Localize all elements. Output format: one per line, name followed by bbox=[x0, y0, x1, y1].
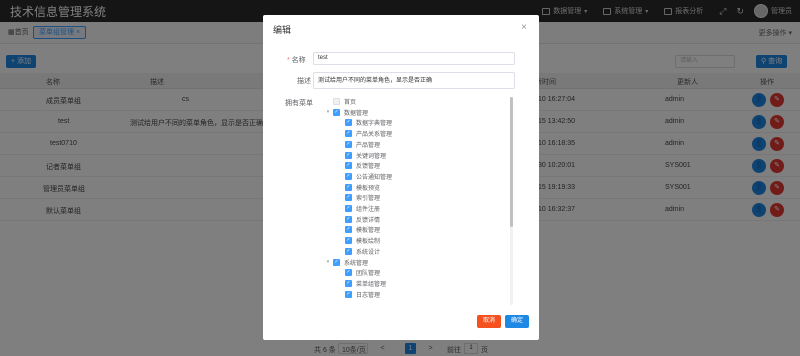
dialog-title: 编辑 bbox=[273, 25, 292, 35]
tree-node-label: 关键词管理 bbox=[356, 153, 387, 160]
tree-node-label: 索引管理 bbox=[356, 196, 381, 203]
tree-node-label: 团队管理 bbox=[356, 271, 381, 278]
tree-checkbox[interactable]: ✓ bbox=[345, 130, 352, 138]
close-icon[interactable]: × bbox=[521, 22, 527, 33]
tree-checkbox[interactable]: ✓ bbox=[345, 183, 352, 191]
tree-node[interactable]: ✓ 索引管理 bbox=[337, 192, 380, 203]
tree-node-label: 反馈详情 bbox=[356, 217, 381, 224]
tree-node[interactable]: ✓ 模板绘制 bbox=[337, 235, 380, 246]
tree-checkbox[interactable]: ✓ bbox=[345, 172, 352, 180]
name-label: * 名称 bbox=[287, 57, 306, 64]
tree-node[interactable]: ✓ 模板管理 bbox=[337, 224, 380, 235]
tree-node-label: 产品管理 bbox=[356, 142, 381, 149]
tree-node-label: 菜单组管理 bbox=[356, 281, 387, 288]
tree-node[interactable]: ✓ 组件注册 bbox=[337, 203, 380, 214]
tree-node[interactable]: ✓ 模板预览 bbox=[337, 182, 380, 193]
tree-node-label: 产品关系管理 bbox=[356, 132, 393, 139]
tree-node-label: 数据字典管理 bbox=[356, 121, 393, 128]
tree-node[interactable]: ✓ 反馈详情 bbox=[337, 214, 380, 225]
tree-node-label: 日志管理 bbox=[356, 292, 381, 299]
tree-node[interactable]: ✓ 产品关系管理 bbox=[337, 128, 392, 139]
tree-checkbox[interactable]: ✓ bbox=[345, 194, 352, 202]
tree-checkbox[interactable]: ✓ bbox=[345, 226, 352, 234]
tree-node[interactable]: ✓ 产品管理 bbox=[337, 139, 380, 150]
tree-checkbox[interactable]: ✓ bbox=[345, 269, 352, 277]
tree-checkbox[interactable]: ✓ bbox=[345, 140, 352, 148]
tree-node-label: 首页 bbox=[344, 100, 357, 106]
tree-node-label: 组件注册 bbox=[356, 207, 381, 213]
name-label-text: 名称 bbox=[291, 57, 306, 64]
tree-checkbox[interactable]: ✓ bbox=[345, 279, 352, 287]
tree-node[interactable]: ▾ ✓ 数据管理 bbox=[325, 107, 368, 118]
edit-dialog: 编辑 × * 名称 test 描述 测试给用户不同的菜单角色，显示是否正确 拥有… bbox=[263, 15, 539, 340]
tree-checkbox[interactable]: ✓ bbox=[333, 258, 340, 266]
tree-checkbox[interactable]: ✓ bbox=[345, 290, 352, 298]
description-field[interactable]: 测试给用户不同的菜单角色，显示是否正确 bbox=[313, 72, 515, 89]
tree-checkbox[interactable]: ✓ bbox=[345, 119, 352, 127]
menu-label: 拥有菜单 bbox=[285, 100, 313, 107]
tree-node-label: 数据管理 bbox=[344, 110, 369, 117]
tree-node-label: 模板管理 bbox=[356, 228, 381, 235]
name-field[interactable]: test bbox=[313, 52, 515, 65]
tree-node[interactable]: ✓ 公告通知管理 bbox=[337, 171, 392, 182]
confirm-button[interactable]: 确定 bbox=[505, 315, 529, 328]
tree-checkbox[interactable]: ✓ bbox=[345, 162, 352, 170]
tree-node[interactable]: 首页 bbox=[325, 96, 356, 107]
tree-checkbox[interactable]: ✓ bbox=[345, 247, 352, 255]
tree-checkbox[interactable] bbox=[333, 98, 340, 105]
tree-node-label: 模板预览 bbox=[356, 185, 381, 192]
tree-checkbox[interactable]: ✓ bbox=[345, 151, 352, 159]
tree-node[interactable]: ✓ 团队管理 bbox=[337, 267, 380, 278]
tree-node-label: 模板绘制 bbox=[356, 239, 381, 246]
tree-node[interactable]: ✓ 菜单组管理 bbox=[337, 278, 386, 289]
tree-node[interactable]: ✓ 反馈管理 bbox=[337, 160, 380, 171]
desc-label: 描述 bbox=[297, 78, 311, 85]
cancel-button[interactable]: 取消 bbox=[477, 315, 501, 328]
tree-node[interactable]: ✓ 日志管理 bbox=[337, 289, 380, 300]
tree-node[interactable]: ✓ 数据字典管理 bbox=[337, 117, 392, 128]
tree-node-label: 系统设计 bbox=[356, 249, 381, 256]
tree-checkbox[interactable]: ✓ bbox=[333, 108, 340, 116]
tree-checkbox[interactable]: ✓ bbox=[345, 205, 352, 212]
tree-node-label: 公告通知管理 bbox=[356, 174, 393, 181]
tree-node[interactable]: ✓ 系统设计 bbox=[337, 246, 380, 257]
caret-down-icon[interactable]: ▾ bbox=[325, 109, 331, 115]
tree-node[interactable]: ✓ 关键词管理 bbox=[337, 150, 386, 161]
tree-checkbox[interactable]: ✓ bbox=[345, 215, 352, 223]
tree-node[interactable]: ▾ ✓ 系统管理 bbox=[325, 257, 368, 268]
tree-node-label: 系统管理 bbox=[344, 260, 369, 267]
menu-tree: 首页 ▾ ✓ 数据管理 ✓ 数据字典管理 ✓ 产品关系管理 ✓ 产品管理 ✓ 关键词管理 ✓ 反馈管理 ✓ 公… bbox=[313, 96, 518, 306]
tree-checkbox[interactable]: ✓ bbox=[345, 237, 352, 245]
tree-node-label: 反馈管理 bbox=[356, 164, 381, 171]
caret-down-icon[interactable]: ▾ bbox=[325, 259, 331, 265]
